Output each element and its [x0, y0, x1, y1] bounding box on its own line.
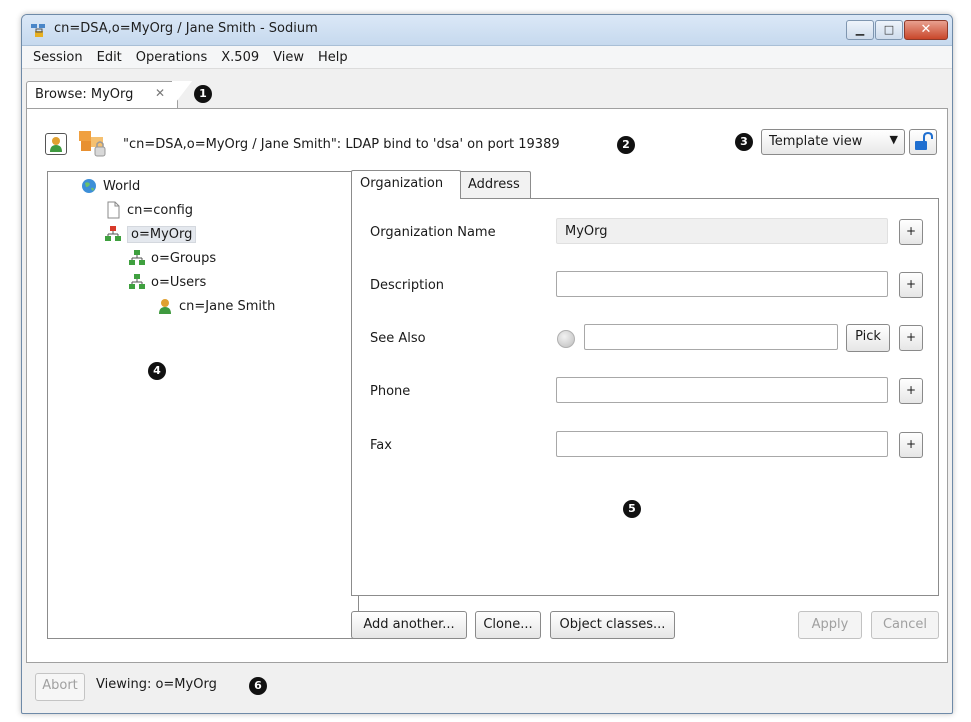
tree-label: o=MyOrg: [127, 225, 197, 243]
tree-label: o=Users: [151, 274, 207, 290]
minimize-button[interactable]: ▁: [846, 20, 874, 40]
tree-label: World: [103, 178, 141, 194]
directory-tree[interactable]: World cn=config o=MyOrg o=Groups o=Users…: [47, 171, 359, 639]
org-name-label: Organization Name: [370, 225, 496, 240]
tree-item-myorg[interactable]: o=MyOrg: [104, 224, 197, 244]
cancel-button[interactable]: Cancel: [871, 611, 939, 639]
tab-close-icon[interactable]: ✕: [155, 86, 165, 100]
minimize-icon: ▁: [855, 23, 865, 36]
user-identity-button[interactable]: [45, 133, 67, 155]
callout-3: 3: [735, 133, 753, 151]
editor-tab-bar: Browse: MyOrg ✕ 1: [22, 69, 952, 109]
phone-field[interactable]: [556, 377, 888, 403]
tree-label: o=Groups: [151, 250, 217, 266]
menu-session[interactable]: Session: [26, 50, 90, 65]
phone-add-button[interactable]: +: [899, 378, 923, 404]
status-text: Viewing: o=MyOrg: [96, 677, 217, 692]
org-icon: [129, 274, 145, 289]
pick-button[interactable]: Pick: [846, 324, 890, 352]
tree-item-world[interactable]: World: [80, 176, 140, 196]
view-mode-value: Template view: [769, 134, 863, 149]
fax-add-button[interactable]: +: [899, 432, 923, 458]
fax-field[interactable]: [556, 431, 888, 457]
tab-edge: [172, 81, 192, 107]
entry-editor: Organization Address Organization Name +…: [351, 170, 939, 596]
callout-4: 4: [148, 362, 166, 380]
callout-6: 6: [249, 677, 267, 695]
document-icon: [107, 201, 120, 219]
menu-operations[interactable]: Operations: [129, 50, 214, 65]
description-add-button[interactable]: +: [899, 272, 923, 298]
phone-label: Phone: [370, 384, 411, 399]
view-mode-select[interactable]: Template view ▼: [761, 129, 905, 155]
globe-icon: [82, 179, 96, 193]
org-icon: [105, 226, 121, 241]
org-name-add-button[interactable]: +: [899, 219, 923, 245]
menu-help[interactable]: Help: [311, 50, 355, 65]
see-also-field[interactable]: [584, 324, 838, 350]
tab-browse-myorg[interactable]: Browse: MyOrg ✕: [26, 81, 178, 108]
menu-view[interactable]: View: [266, 50, 311, 65]
menu-edit[interactable]: Edit: [90, 50, 129, 65]
see-also-label: See Also: [370, 331, 426, 346]
org-icon: [129, 250, 145, 265]
window-controls: ▁ □ ✕: [845, 20, 948, 40]
tab-label: Browse: MyOrg: [35, 87, 134, 102]
description-field[interactable]: [556, 271, 888, 297]
apply-button[interactable]: Apply: [798, 611, 862, 639]
unlock-button[interactable]: [909, 129, 937, 155]
unlock-icon: [915, 131, 933, 150]
tab-organization[interactable]: Organization: [351, 170, 461, 199]
tree-item-config[interactable]: cn=config: [104, 200, 193, 220]
maximize-icon: □: [883, 23, 895, 36]
organization-form: Organization Name + Description + See Al…: [351, 198, 939, 596]
maximize-button[interactable]: □: [875, 20, 903, 40]
clone-button[interactable]: Clone...: [475, 611, 541, 639]
fax-label: Fax: [370, 438, 392, 453]
person-icon: [50, 137, 62, 152]
browse-panel: "cn=DSA,o=MyOrg / Jane Smith": LDAP bind…: [26, 108, 948, 663]
tab-label: Address: [468, 177, 520, 192]
application-window: cn=DSA,o=MyOrg / Jane Smith - Sodium ▁ □…: [21, 14, 953, 714]
tree-item-users[interactable]: o=Users: [128, 272, 206, 292]
see-also-status-icon: [557, 330, 575, 348]
window-title: cn=DSA,o=MyOrg / Jane Smith - Sodium: [54, 21, 318, 36]
tree-label: cn=config: [127, 202, 194, 218]
tree-item-groups[interactable]: o=Groups: [128, 248, 216, 268]
chevron-down-icon: ▼: [889, 133, 898, 146]
app-icon: [31, 24, 45, 37]
object-classes-button[interactable]: Object classes...: [550, 611, 675, 639]
menu-bar: Session Edit Operations X.509 View Help: [22, 46, 952, 69]
title-bar[interactable]: cn=DSA,o=MyOrg / Jane Smith - Sodium ▁ □…: [22, 15, 952, 46]
connection-status-text: "cn=DSA,o=MyOrg / Jane Smith": LDAP bind…: [123, 137, 560, 152]
tab-label: Organization: [360, 176, 444, 191]
callout-2: 2: [617, 136, 635, 154]
close-icon: ✕: [920, 22, 932, 37]
tree-item-jane-smith[interactable]: cn=Jane Smith: [156, 296, 275, 316]
callout-5: 5: [623, 500, 641, 518]
menu-x509[interactable]: X.509: [214, 50, 266, 65]
callout-1: 1: [194, 85, 212, 103]
add-another-button[interactable]: Add another...: [351, 611, 467, 639]
server-lock-icon: [79, 131, 106, 157]
tree-label: cn=Jane Smith: [179, 298, 276, 314]
org-name-field[interactable]: [556, 218, 888, 244]
tab-address[interactable]: Address: [459, 171, 531, 198]
person-icon: [159, 299, 171, 314]
status-bar: Abort Viewing: o=MyOrg 6: [22, 663, 952, 713]
description-label: Description: [370, 278, 445, 293]
close-button[interactable]: ✕: [904, 20, 948, 40]
abort-button[interactable]: Abort: [35, 673, 85, 701]
see-also-add-button[interactable]: +: [899, 325, 923, 351]
